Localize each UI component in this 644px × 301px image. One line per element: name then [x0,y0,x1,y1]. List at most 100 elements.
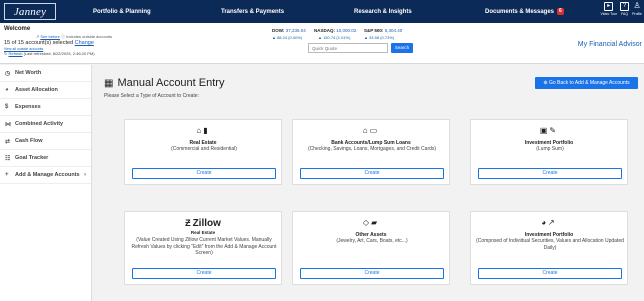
faq-label: FAQ [621,12,629,16]
card-desc: (Lump Sum) [536,146,564,152]
sidebar-item-cash-flow[interactable]: ⇄ Cash Flow [0,133,91,150]
activity-icon: ⋈ [5,121,11,128]
trend-icon: ↗ [35,34,40,39]
sidebar-item-asset-allocation[interactable]: ◕ Asset Allocation [0,82,91,99]
brand-logo[interactable]: Janney [4,3,56,20]
sidebar-item-label: Cash Flow [15,138,43,144]
create-bank-account-button[interactable]: Create [300,168,444,179]
zillow-z-icon: Ƶ [185,218,191,228]
see-before-link[interactable]: See before [40,34,60,39]
profile-button[interactable]: ♙ Profile [632,1,642,17]
nav-transfers-payments[interactable]: Transfers & Payments [221,0,284,23]
dow-value: 37,236.04 [285,28,306,33]
cashflow-icon: ⇄ [5,138,11,145]
sidebar-item-label: Goal Tracker [15,155,49,161]
refresh-row: ↻ Refresh (Last refreshed: 8/22/2025, 2:… [4,51,95,56]
sp500-label: S&P 500: [364,28,384,33]
faq-icon: ? [620,2,630,11]
card-desc: (Value Created Using Zillow Current Mark… [131,237,277,256]
card-bank-accounts: ⌂▭ Bank Accounts/Lump Sum Loans (Checkin… [292,119,450,185]
nav-documents-messages[interactable]: Documents & Messages 6 [485,0,564,23]
header-strip: Welcome ↗ See before ⓘ Includes outside … [0,23,644,64]
sidebar-item-net-worth[interactable]: ◷ Net Worth [0,65,91,82]
gem-car-icon: ◇▰ [362,218,380,227]
card-desc: (Jewelry, Art, Cars, Boats, etc...) [336,238,408,244]
refresh-icon: ↻ [4,51,8,56]
nasdaq-change: ▲ 150.74 (1.01%) [318,35,351,40]
chevron-right-icon: › [84,172,86,178]
faq-button[interactable]: ? FAQ [620,2,630,16]
home-building-icon: ⌂▮ [196,126,210,135]
card-other-assets: ◇▰ Other Assets (Jewelry, Art, Cars, Boa… [292,211,450,285]
sidebar: ◷ Net Worth ◕ Asset Allocation $ Expense… [0,65,92,301]
dollar-icon: $ [5,104,9,110]
create-other-assets-button[interactable]: Create [300,268,444,279]
nasdaq-label: NASDAQ: [314,28,335,33]
nasdaq-value: 10,000.02 [336,28,357,33]
money-edit-icon: ▣✎ [539,126,559,135]
card-desc: (Composed of Individual Securities, Valu… [476,238,624,251]
nasdaq-quote: NASDAQ: 10,000.02 [314,28,356,33]
sidebar-item-add-manage-accounts[interactable]: + Add & Manage Accounts › [0,167,91,184]
sidebar-item-label: Asset Allocation [15,87,58,93]
goal-icon: ☷ [5,155,11,162]
create-real-estate-button[interactable]: Create [132,168,276,179]
go-back-button[interactable]: ⊕ Go Back to Add & Manage Accounts [535,77,638,89]
messages-badge: 6 [557,8,564,15]
sidebar-item-combined-activity[interactable]: ⋈ Combined Activity [0,116,91,133]
search-button[interactable]: Search [391,43,413,53]
create-investment-lump-sum-button[interactable]: Create [478,168,622,179]
accounts-selected-text: 15 of 15 account(s) selected [4,40,74,46]
page-title: ▦ Manual Account Entry [104,77,224,89]
pie-chart-line-icon: ◕↗ [541,218,557,227]
grid-icon: ▦ [104,77,114,89]
nav-research-insights[interactable]: Research & Insights [354,0,412,23]
go-back-label: Go Back to Add & Manage Accounts [548,80,630,86]
welcome-text: Welcome [4,26,31,32]
profile-label: Profile [632,12,642,16]
top-icons: ▸ Video Tour ? FAQ ♙ Profile [600,1,642,17]
zillow-logo: Ƶ Zillow [125,218,281,229]
zillow-logo-text: Zillow [192,218,221,229]
plus-icon: + [5,172,9,178]
sidebar-item-expenses[interactable]: $ Expenses [0,99,91,116]
dow-quote: DOW: 37,236.04 [272,28,306,33]
brand-logo-text: Janney [13,5,47,18]
main-content: ▦ Manual Account Entry Please Select a T… [93,65,644,301]
dow-label: DOW: [272,28,285,33]
bank-card-icon: ⌂▭ [362,126,380,135]
page-title-text: Manual Account Entry [117,77,225,89]
video-icon: ▸ [604,2,614,11]
change-accounts-link[interactable]: Change [75,40,94,46]
card-desc: (Commercial and Residential) [171,146,237,152]
video-tour-button[interactable]: ▸ Video Tour [600,2,617,16]
create-investment-securities-button[interactable]: Create [478,268,622,279]
profile-icon: ♙ [633,1,641,10]
card-investment-lump-sum: ▣✎ Investment Portfolio (Lump Sum) Creat… [470,119,628,185]
info-icon: ⓘ [61,34,66,39]
card-investment-securities: ◕↗ Investment Portfolio (Composed of Ind… [470,211,628,285]
sp500-change: ▲ 33.58 (0.73%) [364,35,395,40]
sp500-quote: S&P 500: 5,304.40 [364,28,402,33]
top-nav: Janney Portfolio & Planning Transfers & … [0,0,644,23]
video-tour-label: Video Tour [600,12,618,16]
sidebar-item-label: Combined Activity [15,121,64,127]
quick-quote-input[interactable] [308,43,388,53]
refresh-link[interactable]: Refresh [8,51,22,56]
nav-portfolio-planning[interactable]: Portfolio & Planning [93,0,151,23]
clock-icon: ◷ [5,70,11,77]
sidebar-item-label: Expenses [15,104,41,110]
pie-icon: ◕ [5,87,9,93]
my-financial-advisor-link[interactable]: My Financial Advisor [578,41,642,48]
page-subtitle: Please Select a Type of Account to Creat… [104,93,199,99]
sidebar-item-goal-tracker[interactable]: ☷ Goal Tracker [0,150,91,167]
card-desc: (Checking, Savings, Loans, Mortgages, an… [307,146,437,152]
create-zillow-real-estate-button[interactable]: Create [132,268,276,279]
sidebar-item-label: Net Worth [15,70,42,76]
sidebar-item-label: Add & Manage Accounts [15,172,80,178]
sp500-value: 5,304.40 [384,28,403,33]
includes-outside-text: Includes outside accounts [66,34,113,39]
back-arrow-icon: ⊕ [543,80,548,86]
card-title: Real Estate [190,230,216,235]
last-refreshed-text: (Last refreshed: 8/22/2025, 2:46:20 PM) [23,51,95,56]
